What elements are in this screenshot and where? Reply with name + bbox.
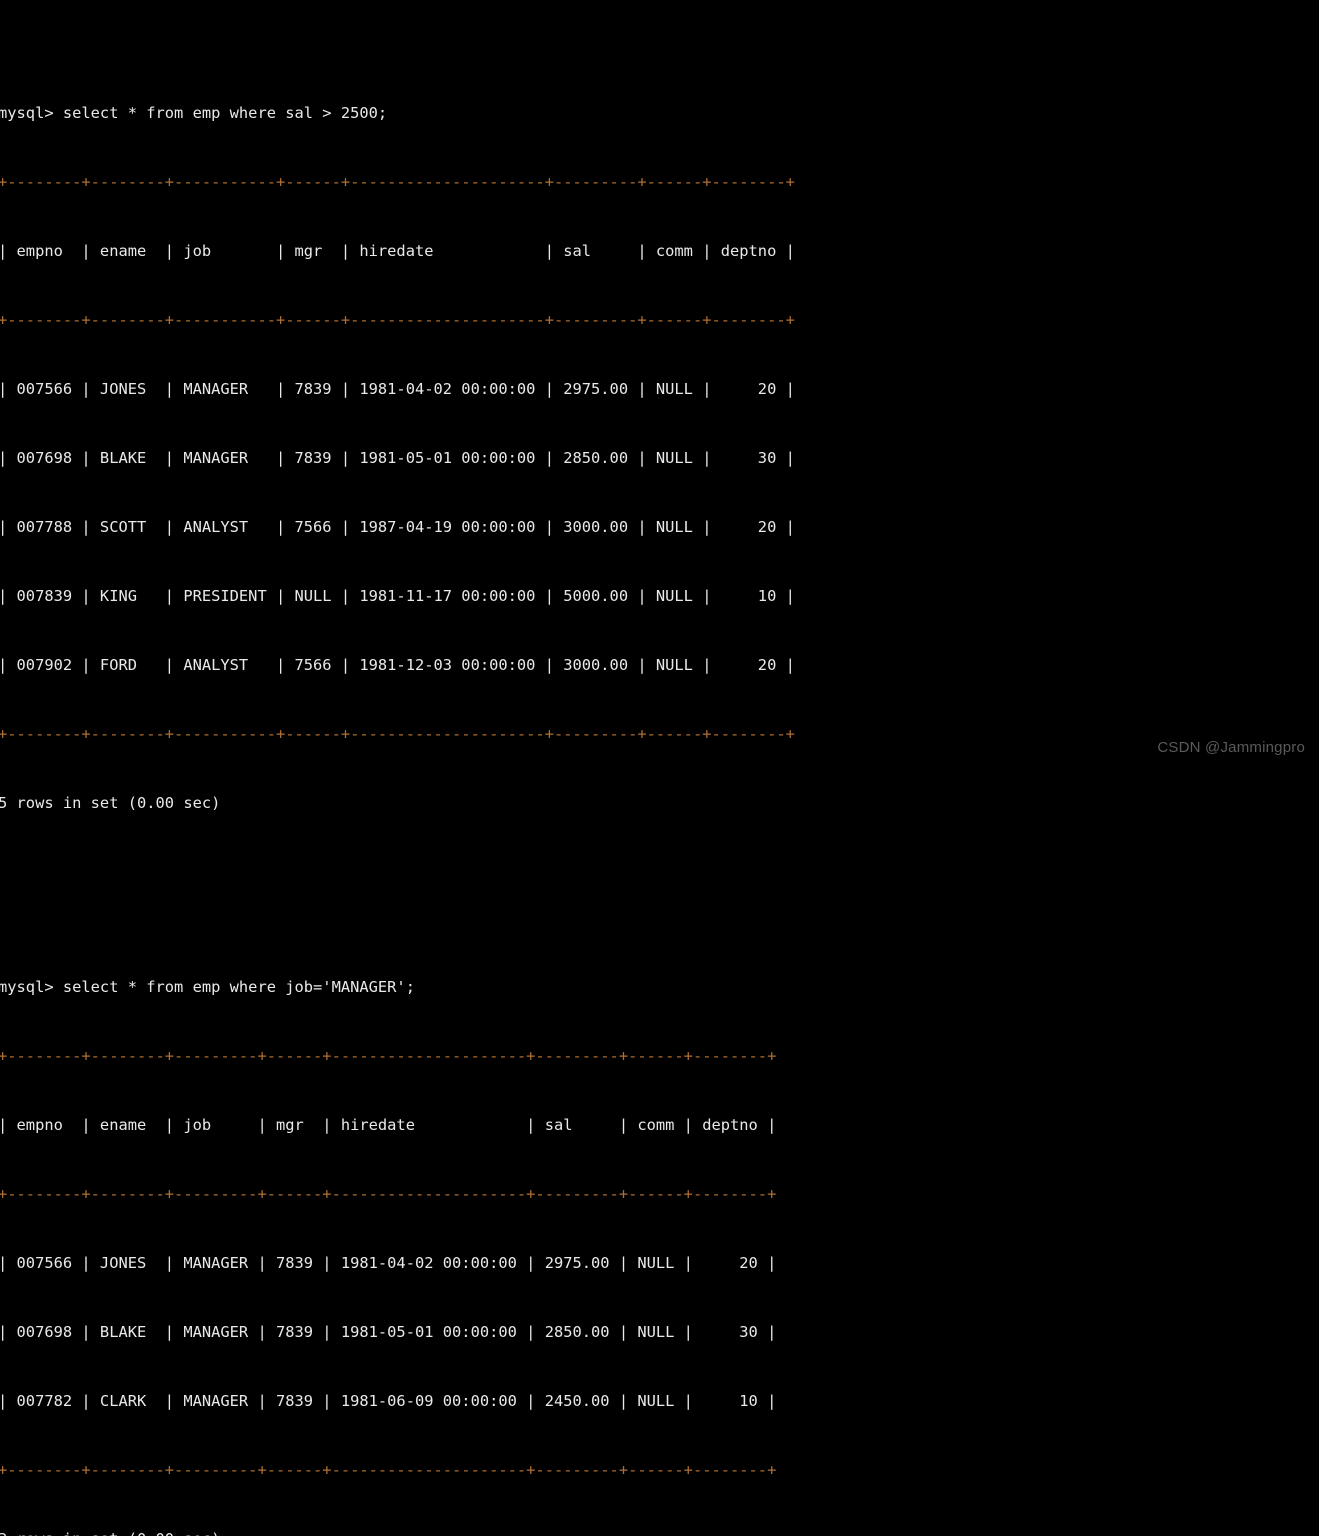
status-line-2: 3 rows in set (0.00 sec): [0, 1528, 1319, 1536]
table-row: | 007566 | JONES | MANAGER | 7839 | 1981…: [0, 380, 795, 398]
table-row: | 007782 | CLARK | MANAGER | 7839 | 1981…: [0, 1392, 777, 1410]
status-line-1: 5 rows in set (0.00 sec): [0, 794, 221, 812]
table-row: | 007788 | SCOTT | ANALYST | 7566 | 1987…: [0, 518, 795, 536]
table-row: | 007902 | FORD | ANALYST | 7566 | 1981-…: [0, 656, 795, 674]
table-row: | 007566 | JONES | MANAGER | 7839 | 1981…: [0, 1254, 777, 1272]
table-mid-rule-2: +--------+--------+---------+------+----…: [0, 1185, 777, 1203]
command-line-1: mysql> select * from emp where sal > 250…: [0, 104, 388, 122]
table-header-1: | empno | ename | job | mgr | hiredate |…: [0, 242, 795, 260]
command-line-2: mysql> select * from emp where job='MANA…: [0, 978, 415, 996]
table-bottom-rule-2: +--------+--------+---------+------+----…: [0, 1461, 777, 1479]
table-row: | 007698 | BLAKE | MANAGER | 7839 | 1981…: [0, 1323, 777, 1341]
table-row: | 007698 | BLAKE | MANAGER | 7839 | 1981…: [0, 449, 795, 467]
table-top-rule-1: +--------+--------+-----------+------+--…: [0, 173, 795, 191]
watermark: CSDN @Jammingpro: [1157, 739, 1305, 756]
table-bottom-rule-1: +--------+--------+-----------+------+--…: [0, 725, 795, 743]
table-top-rule-2: +--------+--------+---------+------+----…: [0, 1047, 777, 1065]
table-row: | 007839 | KING | PRESIDENT | NULL | 198…: [0, 587, 795, 605]
table-header-2: | empno | ename | job | mgr | hiredate |…: [0, 1116, 777, 1134]
table-mid-rule-1: +--------+--------+-----------+------+--…: [0, 311, 795, 329]
terminal-output[interactable]: mysql> select * from emp where sal > 250…: [0, 10, 1319, 1536]
